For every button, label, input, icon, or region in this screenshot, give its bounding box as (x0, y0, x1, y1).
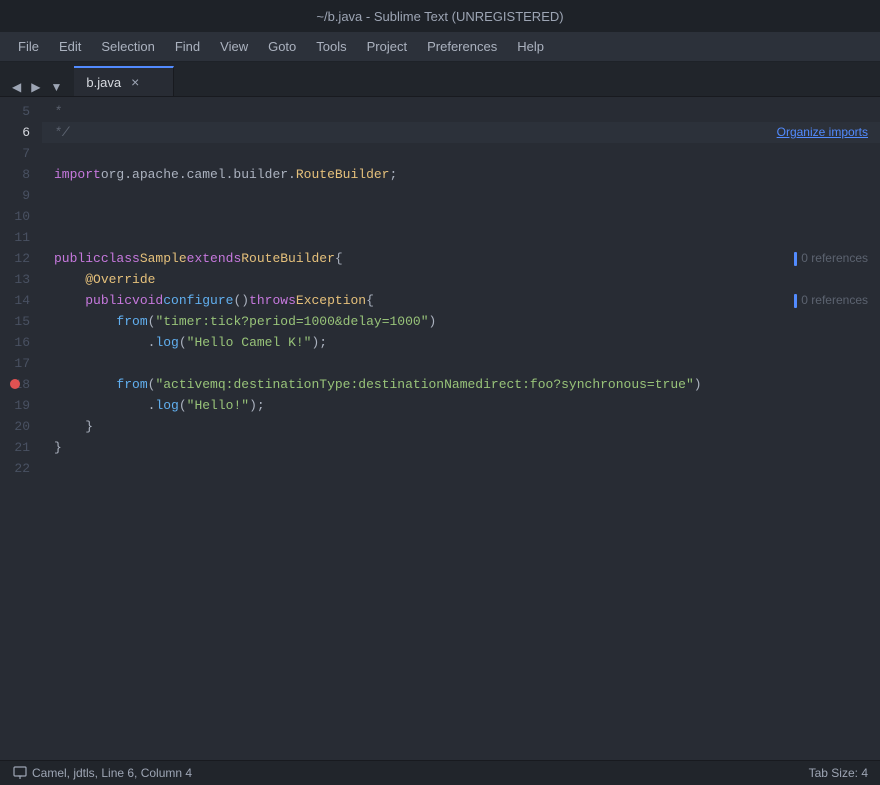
code-line-8: import org.apache.camel.builder.RouteBui… (42, 164, 880, 185)
line-number-gutter: 5 6 7 8 9 10 11 12 13 14 15 16 17 18 19 … (0, 97, 42, 760)
line-num-20: 20 (8, 416, 30, 437)
menu-bar: File Edit Selection Find View Goto Tools… (0, 32, 880, 62)
menu-project[interactable]: Project (357, 35, 417, 58)
menu-preferences[interactable]: Preferences (417, 35, 507, 58)
line-num-9: 9 (8, 185, 30, 206)
status-icon (12, 765, 28, 781)
code-line-11 (42, 227, 880, 248)
status-left: Camel, jdtls, Line 6, Column 4 (12, 765, 192, 781)
line-num-10: 10 (8, 206, 30, 227)
tab-next-button[interactable]: ▶ (27, 78, 44, 96)
method-ref-annotation[interactable]: 0 references (794, 290, 868, 311)
breakpoint-indicator (10, 379, 20, 389)
line-num-7: 7 (8, 143, 30, 164)
menu-goto[interactable]: Goto (258, 35, 306, 58)
tab-prev-button[interactable]: ◀ (8, 78, 25, 96)
code-line-13: @Override (42, 269, 880, 290)
line-num-19: 19 (8, 395, 30, 416)
code-line-6: */ Organize imports (42, 122, 880, 143)
menu-view[interactable]: View (210, 35, 258, 58)
code-line-19: .log("Hello!"); (42, 395, 880, 416)
status-bar: Camel, jdtls, Line 6, Column 4 Tab Size:… (0, 760, 880, 785)
menu-edit[interactable]: Edit (49, 35, 91, 58)
line-num-18: 18 (8, 374, 30, 395)
tab-size-text: Tab Size: 4 (809, 766, 868, 780)
code-line-12: public class Sample extends RouteBuilder… (42, 248, 880, 269)
code-editor[interactable]: * */ Organize imports import org.apache.… (42, 97, 880, 760)
monitor-icon (13, 766, 27, 780)
line-num-17: 17 (8, 353, 30, 374)
line-num-21: 21 (8, 437, 30, 458)
line-num-6: 6 (8, 122, 30, 143)
line-num-13: 13 (8, 269, 30, 290)
code-line-5: * (42, 101, 880, 122)
line-num-12: 12 (8, 248, 30, 269)
status-text: Camel, jdtls, Line 6, Column 4 (32, 766, 192, 780)
line-num-11: 11 (8, 227, 30, 248)
code-line-18: from("activemq:destinationType:destinati… (42, 374, 880, 395)
code-line-22 (42, 458, 880, 479)
line-num-15: 15 (8, 311, 30, 332)
code-line-15: from("timer:tick?period=1000&delay=1000"… (42, 311, 880, 332)
organize-imports-link[interactable]: Organize imports (777, 122, 868, 143)
tab-b-java[interactable]: b.java × (74, 66, 174, 96)
tab-label: b.java (86, 75, 121, 90)
code-line-7 (42, 143, 880, 164)
class-ref-annotation[interactable]: 0 references (794, 248, 868, 269)
status-right: Tab Size: 4 (809, 766, 868, 780)
code-line-20: } (42, 416, 880, 437)
menu-selection[interactable]: Selection (91, 35, 164, 58)
menu-tools[interactable]: Tools (306, 35, 356, 58)
editor: 5 6 7 8 9 10 11 12 13 14 15 16 17 18 19 … (0, 97, 880, 760)
code-line-17 (42, 353, 880, 374)
tab-bar: ◀ ▶ ▼ b.java × (0, 62, 880, 97)
line-num-16: 16 (8, 332, 30, 353)
code-line-21: } (42, 437, 880, 458)
title-text: ~/b.java - Sublime Text (UNREGISTERED) (316, 9, 563, 24)
title-bar: ~/b.java - Sublime Text (UNREGISTERED) (0, 0, 880, 32)
menu-help[interactable]: Help (507, 35, 554, 58)
tab-more-button[interactable]: ▼ (46, 78, 66, 96)
menu-file[interactable]: File (8, 35, 49, 58)
tab-close-button[interactable]: × (129, 74, 141, 90)
line-num-22: 22 (8, 458, 30, 479)
menu-find[interactable]: Find (165, 35, 210, 58)
code-line-9 (42, 185, 880, 206)
tab-navigation: ◀ ▶ ▼ (0, 78, 74, 96)
line-num-5: 5 (8, 101, 30, 122)
code-line-16: .log("Hello Camel K!"); (42, 332, 880, 353)
line-num-8: 8 (8, 164, 30, 185)
code-line-14: public void configure() throws Exception… (42, 290, 880, 311)
code-line-10 (42, 206, 880, 227)
line-num-14: 14 (8, 290, 30, 311)
